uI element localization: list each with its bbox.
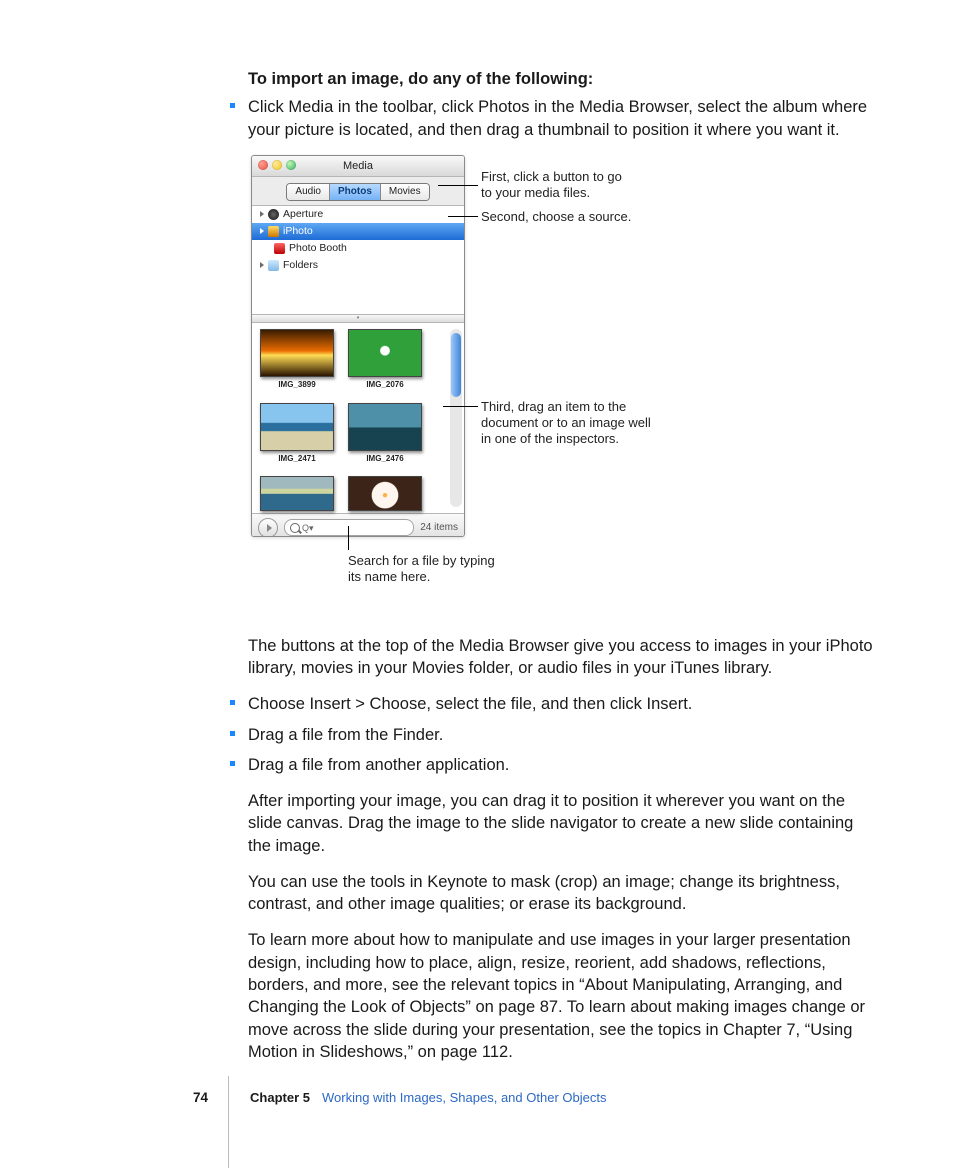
callout-drag: Third, drag an item to the document or t… <box>481 399 661 448</box>
page-footer: 74 Chapter 5 Working with Images, Shapes… <box>63 1083 870 1113</box>
search-input[interactable]: Q▾ <box>284 519 414 536</box>
media-tabs: Audio Photos Movies <box>252 177 464 206</box>
page-number: 74 <box>193 1089 208 1107</box>
vertical-scrollbar[interactable] <box>450 329 462 507</box>
thumbnail[interactable]: IMG_2471 <box>260 403 334 465</box>
thumbnail-grid: IMG_3899 IMG_2076 IMG_2471 IMG_2476 <box>252 323 464 513</box>
window-title: Media <box>343 160 373 172</box>
window-titlebar: Media <box>252 156 464 177</box>
splitter-handle[interactable]: • <box>252 315 464 323</box>
thumbnail[interactable]: IMG_3899 <box>260 329 334 391</box>
source-folders[interactable]: Folders <box>252 257 464 274</box>
close-icon[interactable] <box>258 160 268 170</box>
body-paragraph: After importing your image, you can drag… <box>248 790 873 857</box>
search-icon <box>290 523 300 533</box>
source-label: Folders <box>283 257 318 274</box>
search-placeholder: Q▾ <box>302 522 314 534</box>
source-photo-booth[interactable]: Photo Booth <box>252 240 464 257</box>
play-button[interactable] <box>258 518 278 537</box>
list-item: Drag a file from another application. <box>248 754 873 776</box>
body-paragraph: To learn more about how to manipulate an… <box>248 929 873 1063</box>
list-item: Drag a file from the Finder. <box>248 724 873 746</box>
chapter-title: Working with Images, Shapes, and Other O… <box>322 1089 606 1107</box>
aperture-icon <box>268 209 279 220</box>
footer-rule <box>228 1076 229 1168</box>
thumbnail[interactable]: IMG_2076 <box>348 329 422 391</box>
source-list: Aperture iPhoto Photo Booth Folde <box>252 206 464 315</box>
photo-thumbnail[interactable] <box>260 476 334 511</box>
thumbnail[interactable] <box>260 476 334 511</box>
scrollbar-thumb[interactable] <box>451 333 461 397</box>
photo-thumbnail[interactable] <box>260 329 334 377</box>
tab-movies[interactable]: Movies <box>381 184 429 200</box>
bullet-list-top: Click Media in the toolbar, click Photos… <box>248 96 873 141</box>
media-browser-footer: Q▾ 24 items <box>252 513 464 537</box>
thumbnail-label: IMG_2476 <box>348 454 422 465</box>
bullet-list-bottom: Choose Insert > Choose, select the file,… <box>248 693 873 776</box>
thumbnail[interactable]: IMG_2476 <box>348 403 422 465</box>
tab-photos[interactable]: Photos <box>330 184 381 200</box>
minimize-icon[interactable] <box>272 160 282 170</box>
photo-thumbnail[interactable] <box>348 329 422 377</box>
play-icon <box>267 524 272 532</box>
thumbnail-label: IMG_3899 <box>260 380 334 391</box>
photo-thumbnail[interactable] <box>348 403 422 451</box>
thumbnail-label: IMG_2471 <box>260 454 334 465</box>
photo-thumbnail[interactable] <box>260 403 334 451</box>
source-label: Photo Booth <box>289 240 347 257</box>
iphoto-icon <box>268 226 279 237</box>
section-heading: To import an image, do any of the follow… <box>248 68 873 90</box>
disclosure-triangle-icon[interactable] <box>260 262 264 268</box>
thumbnail-label: IMG_2076 <box>348 380 422 391</box>
callout-tabs: First, click a button to go to your medi… <box>481 169 636 202</box>
callout-search: Search for a file by typing its name her… <box>348 553 503 586</box>
chapter-label: Chapter 5 <box>250 1089 310 1107</box>
list-item: Choose Insert > Choose, select the file,… <box>248 693 873 715</box>
body-paragraph: You can use the tools in Keynote to mask… <box>248 871 873 916</box>
source-label: Aperture <box>283 206 323 223</box>
disclosure-triangle-icon[interactable] <box>260 211 264 217</box>
callout-source: Second, choose a source. <box>481 209 661 225</box>
window-traffic-lights[interactable] <box>258 160 296 170</box>
source-label: iPhoto <box>283 223 313 240</box>
body-paragraph: The buttons at the top of the Media Brow… <box>248 635 873 680</box>
media-browser-window: Media Audio Photos Movies Aperture <box>251 155 465 537</box>
photo-thumbnail[interactable] <box>348 476 422 511</box>
folder-icon <box>268 260 279 271</box>
thumbnail[interactable] <box>348 476 422 511</box>
photo-booth-icon <box>274 243 285 254</box>
source-aperture[interactable]: Aperture <box>252 206 464 223</box>
zoom-icon[interactable] <box>286 160 296 170</box>
list-item: Click Media in the toolbar, click Photos… <box>248 96 873 141</box>
disclosure-triangle-icon[interactable] <box>260 228 264 234</box>
source-iphoto[interactable]: iPhoto <box>252 223 464 240</box>
tab-audio[interactable]: Audio <box>287 184 330 200</box>
item-count: 24 items <box>420 521 458 535</box>
media-browser-figure: Media Audio Photos Movies Aperture <box>248 155 873 535</box>
